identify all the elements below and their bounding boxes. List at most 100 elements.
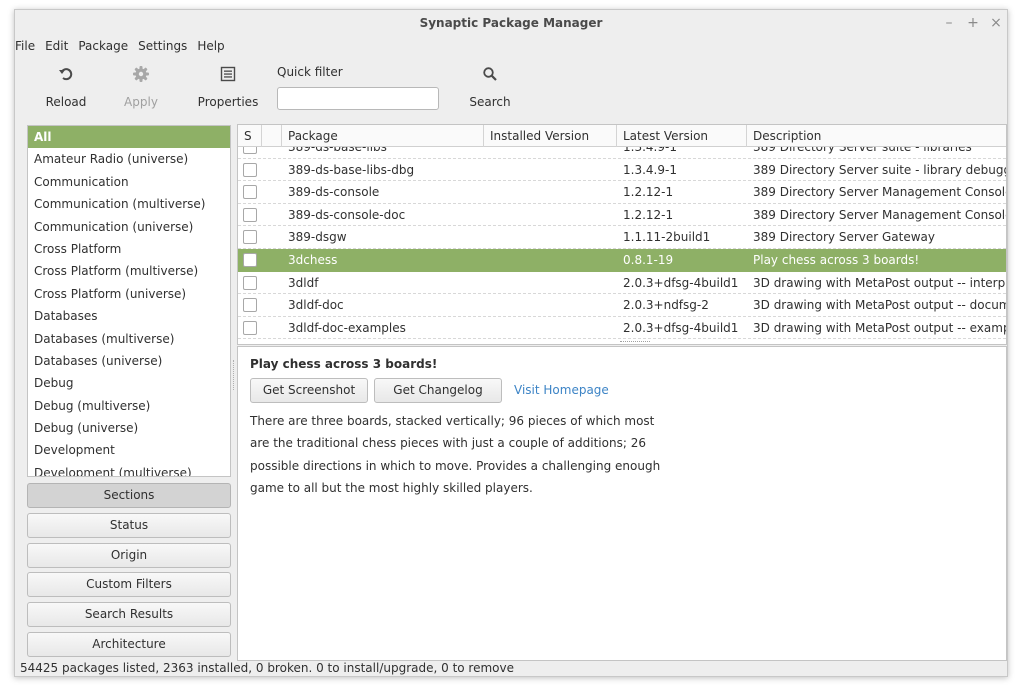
table-row[interactable]: 389-ds-console-doc 1.2.12-1 389 Director…	[238, 204, 1006, 227]
reload-button[interactable]: Reload	[45, 62, 87, 112]
latest-version: 1.3.4.9-1	[623, 162, 677, 177]
menu-package[interactable]: Package	[73, 37, 133, 57]
section-item[interactable]: Cross Platform	[28, 238, 230, 260]
apply-button[interactable]: Apply	[121, 62, 161, 112]
package-description: 389 Directory Server Management Console …	[753, 207, 1006, 222]
architecture-filter-button[interactable]: Architecture	[27, 632, 231, 657]
package-name: 3dldf-doc-examples	[288, 320, 406, 335]
package-name: 389-ds-base-libs-dbg	[288, 162, 415, 177]
column-status[interactable]: S	[238, 125, 262, 147]
package-name: 3dldf-doc	[288, 298, 344, 313]
package-description: 389 Directory Server Management Console	[753, 185, 1006, 200]
gear-icon	[132, 62, 150, 86]
package-checkbox[interactable]	[243, 207, 257, 222]
quick-filter-input[interactable]	[277, 87, 439, 110]
latest-version: 2.0.3+dfsg-4build1	[623, 275, 739, 290]
installed-version	[490, 272, 615, 294]
search-results-button[interactable]: Search Results	[27, 602, 231, 627]
installed-version	[490, 147, 615, 158]
close-button[interactable]: ×	[987, 14, 1005, 32]
column-package[interactable]: Package	[282, 125, 484, 147]
package-details: Play chess across 3 boards! Get Screensh…	[237, 346, 1007, 661]
section-item[interactable]: Debug (universe)	[28, 417, 230, 439]
search-icon	[482, 62, 498, 86]
package-checkbox[interactable]	[243, 162, 257, 177]
package-name: 389-ds-base-libs	[288, 147, 387, 154]
column-spacer[interactable]	[262, 125, 282, 147]
package-checkbox[interactable]	[243, 185, 257, 200]
visit-homepage-link[interactable]: Visit Homepage	[514, 383, 609, 397]
section-list[interactable]: All Amateur Radio (universe) Communicati…	[27, 125, 231, 477]
search-label: Search	[469, 95, 511, 109]
menu-edit[interactable]: Edit	[40, 37, 73, 57]
status-filter-button[interactable]: Status	[27, 513, 231, 538]
latest-version: 1.2.12-1	[623, 185, 674, 200]
package-name: 389-ds-console-doc	[288, 207, 406, 222]
maximize-button[interactable]: +	[964, 14, 982, 32]
package-name: 389-ds-console	[288, 185, 380, 200]
package-checkbox[interactable]	[243, 275, 257, 290]
table-row[interactable]: 389-ds-base-libs-dbg 1.3.4.9-1 389 Direc…	[238, 159, 1006, 182]
section-item[interactable]: Debug	[28, 372, 230, 394]
table-row[interactable]: 389-ds-console 1.2.12-1 389 Directory Se…	[238, 181, 1006, 204]
package-checkbox[interactable]	[243, 230, 257, 245]
search-button[interactable]: Search	[469, 62, 511, 112]
table-row-selected[interactable]: 3dchess 0.8.1-19 Play chess across 3 boa…	[238, 248, 1006, 272]
sections-filter-button[interactable]: Sections	[27, 483, 231, 508]
section-item[interactable]: Development (multiverse)	[28, 462, 230, 476]
origin-filter-button[interactable]: Origin	[27, 543, 231, 568]
section-item[interactable]: Communication (universe)	[28, 216, 230, 238]
minimize-button[interactable]: –	[940, 14, 958, 32]
menu-file[interactable]: File	[15, 37, 40, 57]
quick-filter-label: Quick filter	[277, 65, 343, 79]
table-row[interactable]: 3dldf-doc-examples 2.0.3+dfsg-4build1 3D…	[238, 317, 1006, 340]
installed-version	[490, 159, 615, 181]
reload-icon	[58, 62, 74, 86]
section-item[interactable]: Development	[28, 439, 230, 461]
menu-settings[interactable]: Settings	[133, 37, 192, 57]
table-row[interactable]: 3dldf-doc 2.0.3+ndfsg-2 3D drawing with …	[238, 294, 1006, 317]
synaptic-window: Synaptic Package Manager – + × File Edit…	[14, 9, 1008, 677]
installed-version	[490, 294, 615, 316]
package-description: 3D drawing with MetaPost output -- examp…	[753, 320, 1006, 335]
package-checkbox[interactable]	[243, 298, 257, 313]
table-row[interactable]: 389-ds-base-libs 1.3.4.9-1 389 Directory…	[238, 147, 1006, 159]
get-screenshot-button[interactable]: Get Screenshot	[250, 378, 368, 403]
table-row[interactable]: 3dldf 2.0.3+dfsg-4build1 3D drawing with…	[238, 272, 1006, 295]
package-table: S Package Installed Version Latest Versi…	[237, 124, 1007, 345]
column-description[interactable]: Description	[747, 125, 1006, 147]
package-description: Play chess across 3 boards!	[753, 252, 920, 267]
pane-resize-handle[interactable]	[233, 360, 236, 390]
section-item[interactable]: Cross Platform (multiverse)	[28, 260, 230, 282]
detail-description: There are three boards, stacked vertical…	[250, 414, 661, 495]
section-item[interactable]: Debug (multiverse)	[28, 395, 230, 417]
latest-version: 1.1.11-2build1	[623, 230, 711, 245]
section-item[interactable]: Communication	[28, 171, 230, 193]
package-checkbox[interactable]	[243, 252, 257, 267]
package-rows[interactable]: 389-ds-base-libs 1.3.4.9-1 389 Directory…	[238, 147, 1006, 344]
package-checkbox[interactable]	[243, 320, 257, 335]
section-item[interactable]: Cross Platform (universe)	[28, 283, 230, 305]
package-checkbox[interactable]	[243, 147, 257, 154]
section-item[interactable]: Communication (multiverse)	[28, 193, 230, 215]
custom-filters-button[interactable]: Custom Filters	[27, 572, 231, 597]
package-description: 389 Directory Server Gateway	[753, 230, 936, 245]
column-installed-version[interactable]: Installed Version	[484, 125, 617, 147]
package-name: 389-dsgw	[288, 230, 347, 245]
get-changelog-button[interactable]: Get Changelog	[374, 378, 502, 403]
section-item-all[interactable]: All	[28, 126, 230, 149]
section-item[interactable]: Databases (universe)	[28, 350, 230, 372]
menu-bar: File Edit Package Settings Help	[15, 37, 230, 57]
package-description: 389 Directory Server suite - libraries	[753, 147, 972, 154]
section-item[interactable]: Databases	[28, 305, 230, 327]
column-latest-version[interactable]: Latest Version	[617, 125, 747, 147]
installed-version	[490, 317, 615, 339]
properties-button[interactable]: Properties	[197, 62, 259, 112]
package-name: 3dldf	[288, 275, 319, 290]
section-item[interactable]: Amateur Radio (universe)	[28, 148, 230, 170]
menu-help[interactable]: Help	[192, 37, 229, 57]
section-item[interactable]: Databases (multiverse)	[28, 328, 230, 350]
table-row[interactable]: 389-dsgw 1.1.11-2build1 389 Directory Se…	[238, 226, 1006, 249]
title-bar[interactable]: Synaptic Package Manager – + ×	[15, 10, 1007, 36]
pane-resize-handle[interactable]	[620, 341, 650, 344]
